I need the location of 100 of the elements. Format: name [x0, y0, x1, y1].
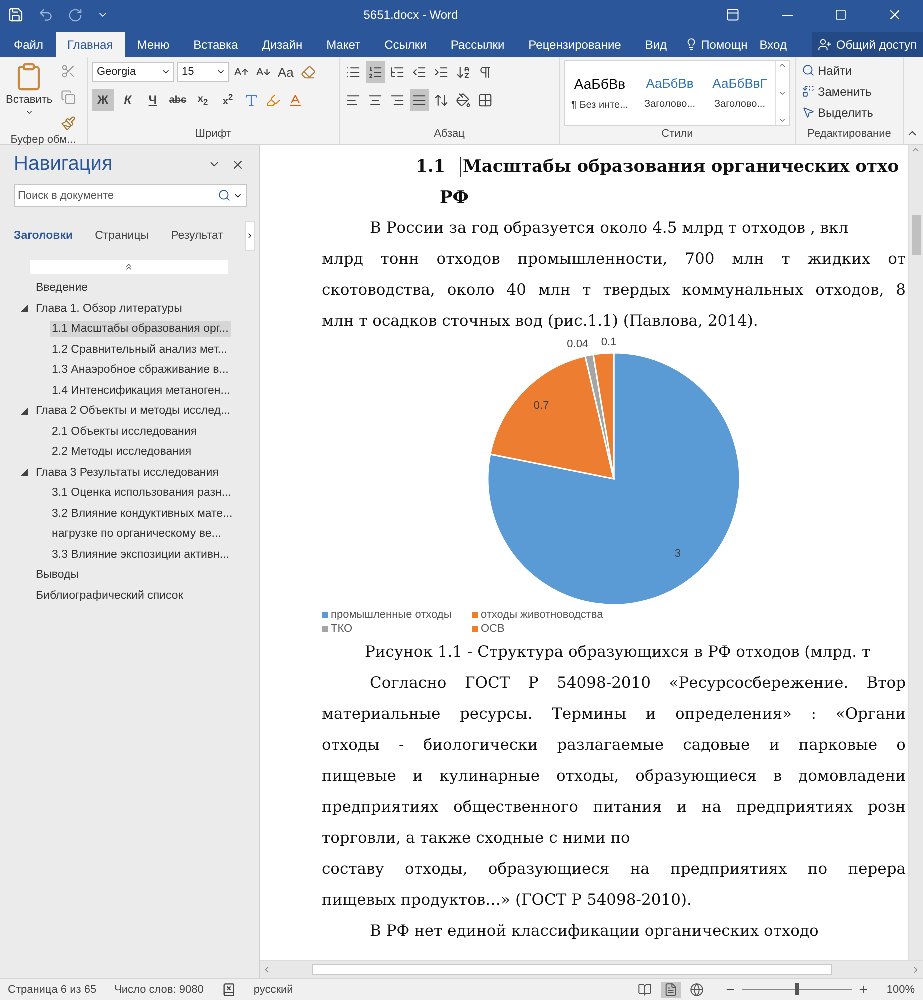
text-line: отходы - биологически разлагаемые садовые и парковые о	[322, 735, 906, 756]
ribbon-tab[interactable]: Вставка	[182, 32, 250, 57]
heading-item[interactable]: Глава 3 Результаты исследования	[34, 464, 221, 481]
change-case-button[interactable]: Aa	[276, 64, 296, 80]
font-name-field[interactable]: Georgia	[92, 62, 174, 82]
format-button[interactable]: abc	[167, 89, 189, 111]
heading-item[interactable]: 2.1 Объекты исследования	[50, 424, 200, 440]
zoom-slider-thumb[interactable]	[794, 983, 799, 995]
heading-item[interactable]: Глава 2 Объекты и методы исслед...	[34, 403, 233, 420]
save-icon	[8, 7, 24, 23]
style-preview: АаБбВвГ	[712, 76, 768, 91]
data-label: 3	[674, 548, 681, 560]
heading-text: Масштабы образования органических отхо	[460, 156, 900, 176]
data-label: 0.7	[534, 400, 550, 412]
legend-item: ОСВ	[472, 623, 622, 635]
horizontal-scrollbar[interactable]	[260, 960, 923, 978]
line-spacing-icon	[434, 92, 449, 108]
collapse-triangle-icon[interactable]	[20, 408, 28, 415]
numbering-button[interactable]	[366, 61, 385, 83]
window-title: 5651.docx - Word	[362, 8, 460, 22]
scroll-thumb[interactable]	[912, 215, 920, 255]
format-button[interactable]: x$_{2}$	[192, 89, 214, 111]
text-line: торговли, а также сходные с ними по	[322, 828, 632, 849]
language-label: русский	[254, 984, 294, 996]
save-button[interactable]	[8, 7, 24, 23]
heading-item[interactable]: 3.1 Оценка использования разн...	[50, 485, 234, 502]
group-label: Буфер обм...	[10, 134, 78, 146]
scroll-thumb[interactable]	[312, 964, 832, 975]
text-effects-icon	[244, 92, 259, 108]
ribbon-tab[interactable]: Вид	[633, 32, 680, 57]
select-icon	[802, 106, 815, 119]
double-chevron-icon	[124, 262, 134, 272]
heading-item[interactable]: 1.2 Сравнительный анализ мет...	[50, 342, 230, 358]
heading-item[interactable]: 1.1 Масштабы образования орг...	[50, 321, 231, 338]
ribbon-tab[interactable]: Макет	[314, 32, 373, 57]
sign-in-link[interactable]: Вход	[754, 32, 793, 57]
ribbon-tab[interactable]: Ссылки	[372, 32, 439, 57]
ribbon-tab[interactable]: Дизайн	[250, 32, 315, 57]
style-item[interactable]: АаБбВв Заголово...	[635, 61, 705, 125]
pilcrow-icon	[478, 64, 493, 80]
editing-button[interactable]: Найти	[800, 60, 876, 81]
ribbon-tab[interactable]: Рассылки	[438, 32, 517, 57]
align-icon	[368, 92, 383, 108]
pane-tab[interactable]: Результат	[171, 230, 224, 242]
pane-tab[interactable]: Страницы	[95, 230, 150, 242]
heading-item[interactable]: Глава 1. Обзор литературы	[34, 300, 184, 317]
format-button[interactable]: Ж	[92, 89, 114, 111]
collapse-triangle-icon[interactable]	[20, 469, 28, 476]
ribbon-tab[interactable]: Главная	[56, 32, 126, 57]
maximize-icon	[835, 9, 847, 21]
text-line: В России за год образуется около 4.5 млрд т отходов , вкл	[369, 218, 850, 239]
heading-item[interactable]: 2.2 Методы исследования	[50, 444, 194, 460]
multilevel-list-icon	[390, 64, 405, 80]
highlighter-icon	[266, 92, 281, 108]
heading-item[interactable]: нагрузке по органическому ве...	[50, 526, 224, 542]
heading-item[interactable]: 1.3 Анаэробное сбраживание в...	[50, 362, 231, 378]
search-field[interactable]: Поиск в документе	[14, 184, 247, 207]
format-button[interactable]: К	[117, 89, 139, 111]
collapse-triangle-icon[interactable]	[20, 305, 28, 312]
redo-button[interactable]	[68, 8, 83, 22]
style-item[interactable]: АаБбВвГ Заголово...	[705, 61, 775, 125]
style-name: Заголово...	[714, 99, 766, 110]
outdent-icon	[412, 64, 427, 80]
group-label: Редактирование	[806, 128, 892, 142]
proofing-icon[interactable]	[222, 982, 236, 996]
font-size-field[interactable]: 15	[177, 62, 229, 82]
minimize-icon	[782, 14, 792, 16]
heading-number: 1.1	[416, 156, 447, 176]
heading-item[interactable]: Введение	[34, 280, 90, 296]
pane-tab[interactable]: Заголовки	[14, 230, 74, 242]
numbered-list-icon	[368, 64, 383, 80]
zoom-in-icon[interactable]	[858, 984, 869, 995]
heading-item[interactable]: Выводы	[34, 567, 82, 584]
ribbon-tab[interactable]: Меню	[125, 32, 182, 57]
view-button[interactable]	[660, 982, 681, 998]
heading-item[interactable]: 3.2 Влияние кондуктивных мате...	[50, 506, 235, 522]
ribbon-tab[interactable]: Файл	[2, 32, 56, 57]
align-button[interactable]	[410, 89, 429, 111]
heading-text: РФ	[440, 188, 469, 208]
style-preview: АаБбВв	[574, 76, 626, 92]
format-button[interactable]: Ч	[142, 89, 164, 111]
heading-item[interactable]: Библиографический список	[34, 588, 186, 604]
paste-button[interactable]: Вставить	[4, 60, 55, 134]
share-button[interactable]: Общий доступ	[812, 32, 923, 57]
style-name: Заголово...	[644, 99, 696, 110]
ribbon-tab[interactable]: Рецензирование	[516, 32, 634, 57]
tell-me-button[interactable]: Помощн	[679, 32, 754, 57]
style-item[interactable]: АаБбВв ¶ Без инте...	[565, 61, 635, 125]
editing-button[interactable]: Выделить	[800, 102, 876, 123]
undo-button[interactable]	[38, 7, 54, 23]
style-name: ¶ Без инте...	[572, 100, 628, 110]
editing-button[interactable]: Заменить	[800, 81, 876, 102]
align-icon	[390, 92, 405, 108]
sort-icon	[456, 64, 471, 80]
format-button[interactable]: x$^{2}$	[217, 89, 239, 111]
heading-item[interactable]: 3.3 Влияние экспозиции активн...	[50, 546, 232, 563]
up-icon	[778, 61, 787, 70]
zoom-level: 100%	[886, 984, 915, 996]
heading-item[interactable]: 1.4 Интенсификация метаноген...	[50, 382, 232, 399]
vertical-scrollbar[interactable]	[908, 145, 923, 960]
